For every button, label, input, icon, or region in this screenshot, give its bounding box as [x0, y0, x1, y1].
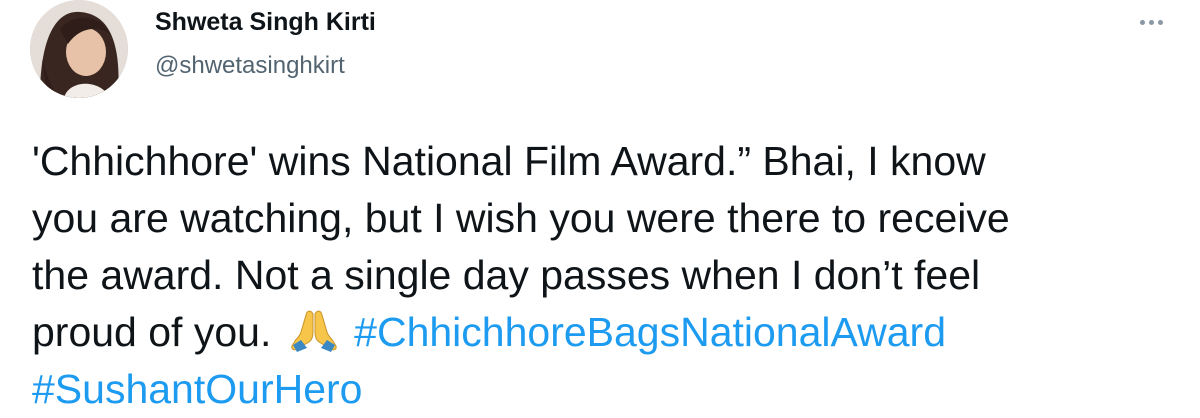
more-dot — [1139, 19, 1145, 25]
profile-photo — [30, 0, 128, 98]
tweet-text: 'Chhichhore' wins National Film Award.” … — [32, 133, 1182, 418]
more-dot — [1157, 19, 1163, 25]
tweet-line: the award. Not a single day passes when … — [32, 252, 981, 298]
tweet-line: 'Chhichhore' wins National Film Award.” … — [32, 138, 986, 184]
tweet-card: Shweta Singh Kirti @shwetasinghkirt 'Chh… — [0, 0, 1200, 412]
tweet-line-5: #SushantOurHero — [32, 361, 1182, 418]
more-dot — [1148, 19, 1154, 25]
folded-hands-icon — [289, 308, 339, 352]
tweet-line-4: proud of you. #ChhichhoreBagsNationalAwa… — [32, 304, 1182, 361]
display-name[interactable]: Shweta Singh Kirti — [155, 8, 376, 37]
avatar[interactable] — [30, 0, 128, 98]
hashtag-link[interactable]: #SushantOurHero — [32, 366, 362, 412]
user-handle[interactable]: @shwetasinghkirt — [155, 52, 345, 80]
hashtag-link[interactable]: #ChhichhoreBagsNationalAward — [354, 309, 946, 355]
more-horizontal-icon[interactable] — [1130, 10, 1172, 34]
tweet-line: you are watching, but I wish you were th… — [32, 195, 1010, 241]
tweet-line-text: proud of you. — [32, 309, 272, 355]
